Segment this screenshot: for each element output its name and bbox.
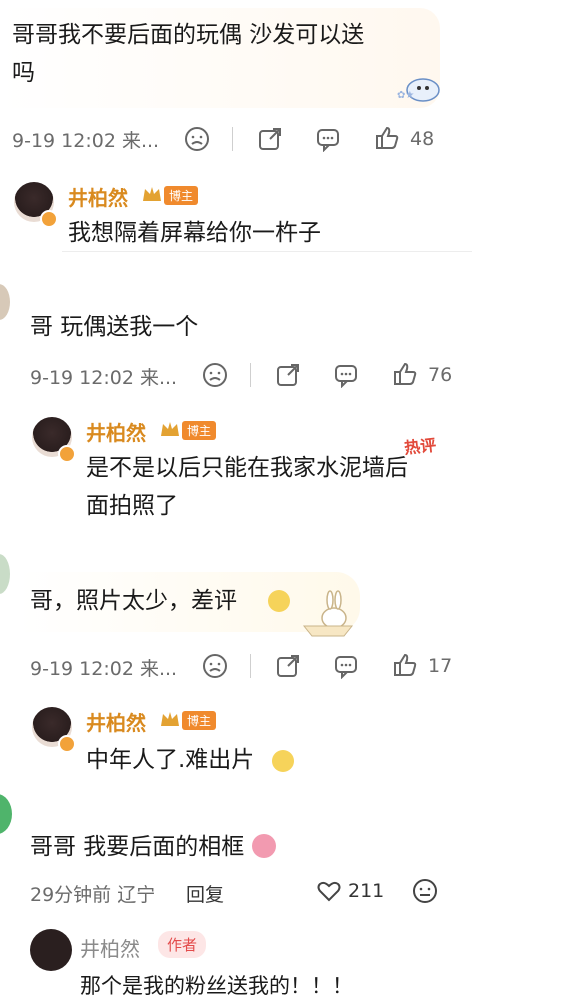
comment-2: 哥 玩偶送我一个 9-19 12:02 来... 76: [0, 280, 578, 400]
comment-4: 哥哥 我要后面的相框 29分钟前 辽宁 回复 211: [0, 790, 578, 910]
comment-icon[interactable]: [333, 362, 359, 389]
comment-meta: 9-19 12:02 来...: [30, 363, 177, 390]
like-count: 76: [428, 364, 453, 386]
dislike-icon[interactable]: [412, 878, 438, 904]
crown-icon: [160, 710, 180, 728]
dislike-icon[interactable]: [184, 126, 210, 152]
comment-1: 哥哥我不要后面的玩偶 沙发可以送 吗 ✿★ 9-19 12:02 来... 48: [0, 0, 578, 160]
divider: [232, 127, 233, 151]
comment-meta: 29分钟前 辽宁: [30, 880, 155, 907]
like-icon[interactable]: [374, 125, 400, 151]
share-icon[interactable]: [275, 653, 301, 679]
reply-3: 井柏然 博主 中年人了.难出片: [0, 695, 578, 785]
reply-text-line2: 面拍照了: [86, 493, 178, 519]
reply-4: 井柏然 作者 那个是我的粉丝送我的！！！: [0, 915, 578, 1000]
like-icon[interactable]: [392, 652, 418, 678]
reply-author-name[interactable]: 井柏然: [68, 182, 128, 211]
share-icon[interactable]: [275, 362, 301, 388]
comment-meta: 9-19 12:02 来...: [30, 654, 177, 681]
reply-author-name[interactable]: 井柏然: [86, 707, 146, 736]
comment-meta: 9-19 12:02 来...: [12, 126, 572, 153]
verified-badge-icon: [40, 210, 58, 228]
reply-button[interactable]: 回复: [186, 880, 224, 907]
svg-text:✿★: ✿★: [397, 90, 414, 101]
share-icon[interactable]: [257, 126, 283, 152]
emoji-icon: [272, 750, 294, 772]
author-badge: 作者: [158, 931, 207, 958]
heart-icon[interactable]: [316, 878, 342, 904]
crown-icon: [142, 185, 162, 203]
emoji-icon: [268, 590, 290, 612]
reply-text: 我想隔着屏幕给你一杵子: [68, 220, 321, 246]
reply-text: 那个是我的粉丝送我的！！！: [80, 974, 353, 998]
reply-text: 中年人了.难出片: [86, 747, 255, 773]
divider: [250, 654, 251, 678]
avatar: [30, 929, 72, 971]
verified-badge-icon: [58, 445, 76, 463]
comment-time: 29分钟前 辽宁: [30, 884, 156, 906]
dislike-icon[interactable]: [202, 362, 228, 388]
reply-1: 井柏然 博主 我想隔着屏幕给你一杵子: [0, 170, 578, 260]
comment-icon[interactable]: [333, 653, 359, 680]
comment-text: 哥哥 我要后面的相框: [30, 834, 245, 860]
comment-time: 9-19 12:02 来...: [12, 130, 160, 152]
commenter-avatar-partial: [0, 794, 12, 834]
reply-text-line1: 是不是以后只能在我家水泥墙后: [86, 455, 408, 481]
cat-sticker: ✿★: [395, 72, 443, 104]
blogger-badge: 博主: [164, 186, 199, 205]
comment-text: 哥 玩偶送我一个: [30, 314, 199, 340]
blogger-badge: 博主: [182, 711, 217, 730]
like-icon[interactable]: [392, 361, 418, 387]
dislike-icon[interactable]: [202, 653, 228, 679]
comment-time: 9-19 12:02 来...: [30, 367, 178, 389]
like-count: 48: [410, 128, 435, 150]
blogger-badge: 博主: [182, 421, 217, 440]
pig-emoji-icon: [252, 834, 276, 858]
comment-text-line1: 哥哥我不要后面的玩偶 沙发可以送: [12, 22, 365, 48]
divider: [250, 363, 251, 387]
reply-author-name[interactable]: 井柏然: [86, 417, 146, 446]
comment-time: 9-19 12:02 来...: [30, 658, 178, 680]
reply-author-name[interactable]: 井柏然: [80, 933, 140, 962]
bunny-sticker: [300, 588, 356, 638]
verified-badge-icon: [58, 735, 76, 753]
commenter-avatar-partial: [0, 554, 10, 594]
like-count: 211: [348, 880, 385, 902]
crown-icon: [160, 420, 180, 438]
comment-text-line2: 吗: [12, 60, 35, 86]
comment-icon[interactable]: [315, 126, 341, 153]
commenter-avatar-partial: [0, 284, 10, 320]
like-count: 17: [428, 655, 453, 677]
comment-text: 哥，照片太少，差评: [30, 588, 237, 614]
comment-3: 哥，照片太少，差评 9-19 12:02 来... 17: [0, 550, 578, 690]
reply-2: 井柏然 博主 热评 是不是以后只能在我家水泥墙后 面拍照了: [0, 405, 578, 535]
